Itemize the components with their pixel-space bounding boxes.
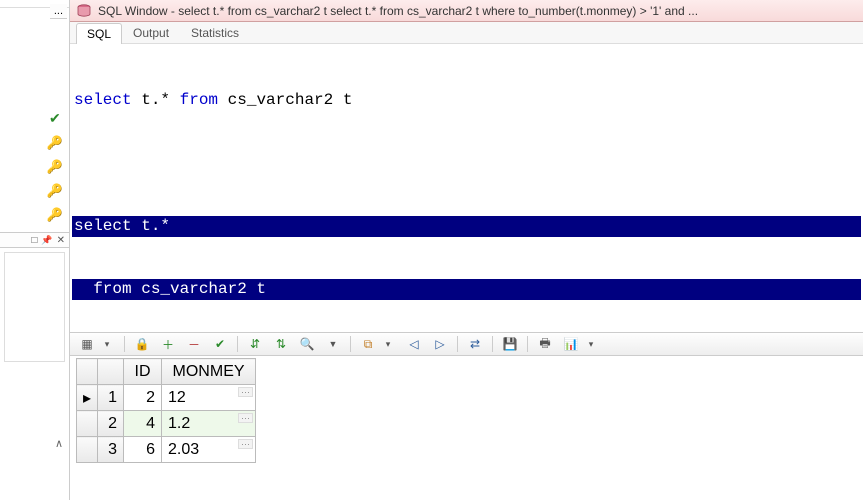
window-titlebar: SQL Window - select t.* from cs_varchar2… xyxy=(70,0,863,22)
collapse-arrow-icon[interactable]: ∧ xyxy=(55,437,63,450)
cell-editor-button[interactable]: ··· xyxy=(238,413,253,423)
sql-text: cs_varchar2 t xyxy=(218,91,352,109)
key-gold-icon[interactable]: 🔑 xyxy=(47,135,63,151)
table-row[interactable]: 2 4 1.2··· xyxy=(77,411,256,437)
link-icon[interactable]: ⇄ xyxy=(466,335,484,353)
row-number: 1 xyxy=(98,385,124,411)
sql-text: t.* xyxy=(132,91,180,109)
chart-icon[interactable]: 📊 xyxy=(562,335,580,353)
left-inner-panel xyxy=(4,252,65,362)
dropdown-icon[interactable]: ▾ xyxy=(98,335,116,353)
key-grey-icon[interactable]: 🔑 xyxy=(47,207,63,223)
sql-selection: select t.* xyxy=(72,216,861,237)
left-icon-stack: ✔ 🔑 🔑 🔑 🔑 xyxy=(47,110,63,223)
commit-icon[interactable]: ✔ xyxy=(211,335,229,353)
toolbar-separator xyxy=(492,336,493,352)
cell-id[interactable]: 6 xyxy=(124,437,162,463)
sql-keyword: select xyxy=(74,91,132,109)
window-title: SQL Window - select t.* from cs_varchar2… xyxy=(98,4,698,18)
tab-statistics[interactable]: Statistics xyxy=(180,22,250,43)
find-icon[interactable]: 🔍 xyxy=(298,335,316,353)
sql-keyword: from xyxy=(180,91,218,109)
tab-output[interactable]: Output xyxy=(122,22,180,43)
grid-menu-icon[interactable]: ▦ xyxy=(78,335,96,353)
sql-window-icon xyxy=(76,3,92,19)
key-grey-icon[interactable]: 🔑 xyxy=(47,183,63,199)
save-icon[interactable]: 💾 xyxy=(501,335,519,353)
results-grid-wrap: ID MONMEY ▸ 1 2 12··· 2 4 1.2··· xyxy=(70,356,863,465)
left-panel-tab[interactable]: ... xyxy=(50,4,67,19)
lock-icon[interactable]: 🔒 xyxy=(133,335,151,353)
add-row-icon[interactable]: ＋ xyxy=(159,335,177,353)
table-row[interactable]: ▸ 1 2 12··· xyxy=(77,385,256,411)
check-icon[interactable]: ✔ xyxy=(49,110,61,127)
sort-asc-icon[interactable]: ⇵ xyxy=(246,335,264,353)
column-header-id[interactable]: ID xyxy=(124,359,162,385)
current-row-indicator-icon: ▸ xyxy=(77,385,98,411)
tab-sql[interactable]: SQL xyxy=(76,23,122,44)
cell-id[interactable]: 4 xyxy=(124,411,162,437)
copy-icon[interactable]: ⧉ xyxy=(359,335,377,353)
filter-icon[interactable]: ▼ xyxy=(324,335,342,353)
toolbar-separator xyxy=(237,336,238,352)
column-resize-handle[interactable] xyxy=(251,359,257,384)
editor-tabs: SQL Output Statistics xyxy=(70,22,863,44)
row-number-header xyxy=(98,359,124,385)
toolbar-separator xyxy=(527,336,528,352)
sql-editor[interactable]: select t.* from cs_varchar2 t select t.*… xyxy=(70,44,863,332)
results-toolbar: ▦ ▾ 🔒 ＋ － ✔ ⇵ ⇅ 🔍 ▼ ⧉ ▾ ◁ ▷ ⇄ 💾 🖶 📊 ▾ xyxy=(70,332,863,356)
dropdown-icon[interactable]: ▾ xyxy=(379,335,397,353)
cell-monmey[interactable]: 12··· xyxy=(162,385,256,411)
cell-editor-button[interactable]: ··· xyxy=(238,387,253,397)
prev-icon[interactable]: ◁ xyxy=(405,335,423,353)
cell-monmey[interactable]: 1.2··· xyxy=(162,411,256,437)
column-header-monmey[interactable]: MONMEY xyxy=(162,359,256,385)
print-icon[interactable]: 🖶 xyxy=(536,335,554,353)
cell-editor-button[interactable]: ··· xyxy=(238,439,253,449)
pin-icon[interactable]: 📌 xyxy=(41,235,52,246)
row-number: 2 xyxy=(98,411,124,437)
sql-selection: from cs_varchar2 t xyxy=(72,279,861,300)
delete-row-icon[interactable]: － xyxy=(185,335,203,353)
cell-monmey[interactable]: 2.03··· xyxy=(162,437,256,463)
panel-controls: □ 📌 ✕ xyxy=(0,232,69,248)
close-icon[interactable]: ✕ xyxy=(57,235,65,246)
toolbar-separator xyxy=(350,336,351,352)
cell-id[interactable]: 2 xyxy=(124,385,162,411)
left-sidebar: ... ✔ 🔑 🔑 🔑 🔑 □ 📌 ✕ ∧ xyxy=(0,0,70,500)
dropdown-icon[interactable]: ▾ xyxy=(582,335,600,353)
next-icon[interactable]: ▷ xyxy=(431,335,449,353)
results-grid[interactable]: ID MONMEY ▸ 1 2 12··· 2 4 1.2··· xyxy=(76,358,256,463)
sort-desc-icon[interactable]: ⇅ xyxy=(272,335,290,353)
toolbar-separator xyxy=(457,336,458,352)
main-area: SQL Window - select t.* from cs_varchar2… xyxy=(70,0,863,500)
row-indicator-header xyxy=(77,359,98,385)
row-indicator xyxy=(77,437,98,463)
row-number: 3 xyxy=(98,437,124,463)
table-row[interactable]: 3 6 2.03··· xyxy=(77,437,256,463)
row-indicator xyxy=(77,411,98,437)
dock-icon[interactable]: □ xyxy=(31,235,37,246)
toolbar-separator xyxy=(124,336,125,352)
key-grey-icon[interactable]: 🔑 xyxy=(47,159,63,175)
